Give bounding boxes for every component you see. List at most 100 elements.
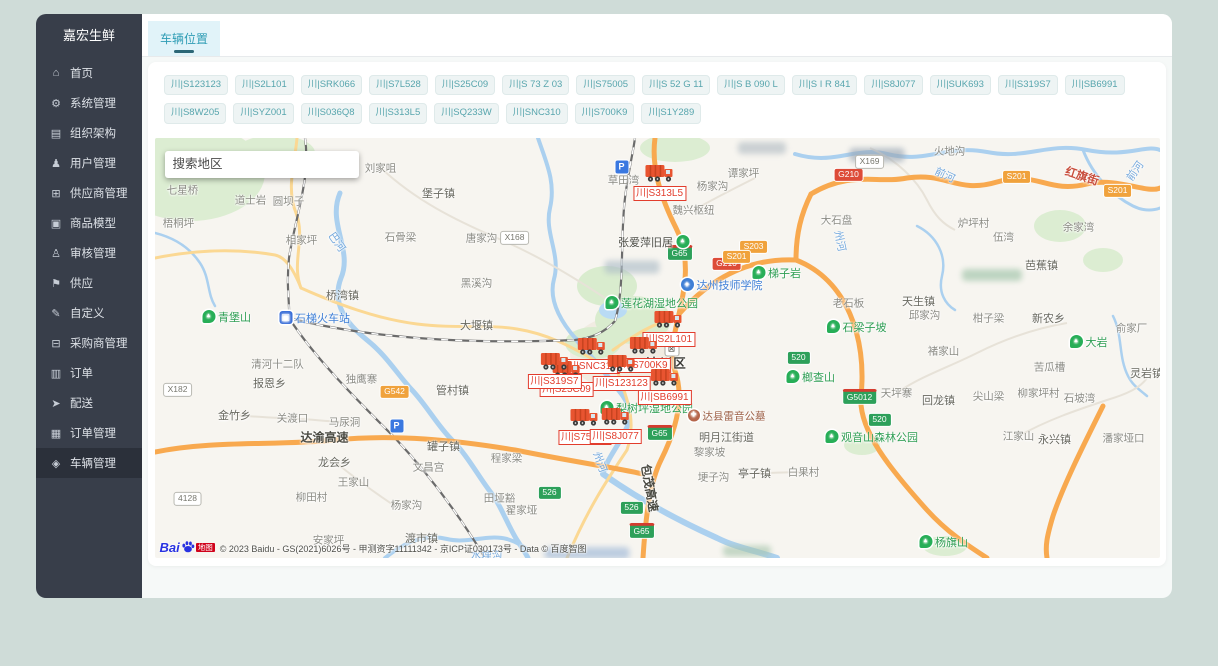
map-label: 白果村	[788, 464, 820, 479]
sidebar-item[interactable]: ▥ 订单	[36, 358, 142, 388]
road-badge: 520	[786, 351, 810, 365]
plate-button[interactable]: 川|S1Y289	[641, 103, 701, 123]
plate-button[interactable]: 川|S8W205	[164, 103, 226, 123]
truck-icon	[644, 163, 674, 188]
map-label: 伍湾	[993, 229, 1014, 244]
map-label: 谭家坪	[728, 165, 760, 180]
sidebar-item[interactable]: ⊟ 采购商管理	[36, 328, 142, 358]
road-badge: G5012	[842, 389, 878, 405]
sidebar-item-label: 订单管理	[70, 425, 116, 441]
map-label: 石骨梁	[385, 229, 417, 244]
sidebar-item-label: 自定义	[70, 305, 105, 321]
sidebar-item[interactable]: ▤ 组织架构	[36, 118, 142, 148]
sidebar-item-label: 首页	[70, 65, 93, 81]
sidebar-item[interactable]: ◈ 车辆管理	[36, 448, 142, 478]
map-label: 堡子镇	[422, 185, 455, 201]
plate-button[interactable]: 川|S75005	[576, 75, 635, 95]
plate-button[interactable]: 川|S 52 G 11	[642, 75, 710, 95]
plate-button[interactable]: 川|S B 090 L	[717, 75, 785, 95]
tab-label: 车辆位置	[160, 30, 208, 47]
plate-button[interactable]: 川|S313L5	[369, 103, 428, 123]
search-input[interactable]	[165, 151, 359, 178]
sidebar-item[interactable]: ⚙ 系统管理	[36, 88, 142, 118]
map-label: 邱家沟	[909, 307, 941, 322]
vehicle-marker[interactable]: 川|S313L5	[633, 163, 686, 201]
sidebar-item[interactable]: ⊞ 供应商管理	[36, 178, 142, 208]
vehicle-marker[interactable]: 川|S319S7	[527, 351, 581, 389]
content-card: 川|S123123 川|S2L101 川|SRK066 川|S7L528 川|S25C0…	[148, 62, 1166, 566]
plate-button[interactable]: 川|S 73 Z 03	[502, 75, 569, 95]
sidebar-item[interactable]: ▣ 商品模型	[36, 208, 142, 238]
vehicle-marker[interactable]: 川|S8J077	[589, 406, 642, 444]
plate-button[interactable]: 川|SYZ001	[233, 103, 293, 123]
road-badge: S201	[1002, 170, 1032, 184]
sidebar-item-label: 用户管理	[70, 155, 116, 171]
map-label: 道士岩	[235, 192, 267, 207]
map-label: 火地沟	[934, 143, 966, 158]
map-label: 梧桐坪	[163, 215, 195, 230]
map-label: 石梁子坡	[827, 319, 887, 335]
plate-button[interactable]: 川|S700K9	[575, 103, 635, 123]
map-label: 观音山森林公园	[825, 429, 918, 445]
plate-button[interactable]: 川|SQ233W	[434, 103, 499, 123]
map-label: 石坡湾	[1064, 390, 1096, 405]
map-label: 永兴镇	[1038, 431, 1071, 447]
plate-button[interactable]: 川|SNC310	[506, 103, 568, 123]
map-label: 魏兴枢纽	[673, 202, 715, 217]
road-badge: G65	[646, 425, 672, 441]
plate-button[interactable]: 川|SRK066	[301, 75, 362, 95]
sidebar-item[interactable]: ✎ 自定义	[36, 298, 142, 328]
sidebar: 嘉宏生鲜 ⌂ 首页 ⚙ 系统管理 ▤ 组织架构 ♟ 用户管理 ⊞ 供应商管理 ▣…	[36, 14, 142, 598]
sidebar-item[interactable]: ⌂ 首页	[36, 58, 142, 88]
baidu-logo: Bai 地图	[160, 540, 215, 555]
map-label: 灵岩镇	[1130, 365, 1160, 381]
sidebar-item[interactable]: ♟ 用户管理	[36, 148, 142, 178]
map-label: 江家山	[1003, 428, 1035, 443]
main-panel: 车辆位置 川|S123123川|S2L101川|SRK066川|S7L528川|…	[142, 14, 1172, 598]
map-label: 罐子镇	[427, 438, 460, 454]
map-label: 王家山	[338, 474, 370, 489]
tab-vehicle-location[interactable]: 车辆位置	[148, 21, 220, 56]
road-badge: 526	[537, 486, 561, 500]
plate-button-list: 川|S123123 川|S2L101 川|SRK066 川|S7L528 川|S25C0…	[148, 62, 1166, 132]
map-label: 余家湾	[1063, 219, 1095, 234]
map-label: 相家坪	[286, 232, 318, 247]
map-label: 芭蕉镇	[1025, 257, 1058, 273]
map-label: 金竹乡	[218, 407, 251, 423]
sidebar-item-label: 采购商管理	[70, 335, 128, 351]
baidu-paw-icon	[181, 540, 195, 554]
map-label: 清河十二队	[251, 356, 304, 371]
plate-button[interactable]: 川|S123123	[164, 75, 228, 95]
sidebar-item[interactable]: ▦ 订单管理	[36, 418, 142, 448]
plate-button[interactable]: 川|S2L101	[235, 75, 294, 95]
plate-button[interactable]: 川|S8J077	[864, 75, 922, 95]
plate-button[interactable]: 川|SUK693	[930, 75, 991, 95]
order-manage-icon: ▦	[49, 427, 63, 440]
supply-icon: ⚑	[49, 277, 63, 290]
map-label: 埂子沟	[698, 469, 730, 484]
map-label: 龙会乡	[318, 454, 351, 470]
map-label: 翟家垭	[506, 502, 538, 517]
map-label: 七星桥	[167, 182, 199, 197]
plate-button[interactable]: 川|SB6991	[1065, 75, 1125, 95]
plate-button[interactable]: 川|S25C09	[435, 75, 495, 95]
user-icon: ♟	[49, 157, 63, 170]
plate-button[interactable]: 川|S7L528	[369, 75, 428, 95]
map[interactable]: G210G210S201S201S203S201G542G65G65G65G50…	[155, 138, 1160, 558]
map-label: 报恩乡	[253, 375, 286, 391]
blurred-label	[604, 260, 659, 273]
plate-button[interactable]: 川|S319S7	[998, 75, 1058, 95]
sidebar-item[interactable]: ♙ 审核管理	[36, 238, 142, 268]
truck-icon	[600, 406, 630, 431]
plate-button[interactable]: 川|S I R 841	[792, 75, 858, 95]
map-label: 炉坪村	[958, 215, 990, 230]
tab-bar: 车辆位置	[142, 14, 1172, 57]
vehicle-plate-label: 川|S319S7	[527, 374, 581, 389]
sidebar-item[interactable]: ⚑ 供应	[36, 268, 142, 298]
sidebar-item-label: 商品模型	[70, 215, 116, 231]
sidebar-item[interactable]: ➤ 配送	[36, 388, 142, 418]
truck-icon	[653, 309, 683, 334]
vehicle-marker[interactable]: 川|SB6991	[637, 367, 691, 405]
map-attribution: Bai 地图 © 2023 Baidu - GS(2021)6026号 - 甲测…	[160, 540, 587, 555]
plate-button[interactable]: 川|S036Q8	[301, 103, 362, 123]
